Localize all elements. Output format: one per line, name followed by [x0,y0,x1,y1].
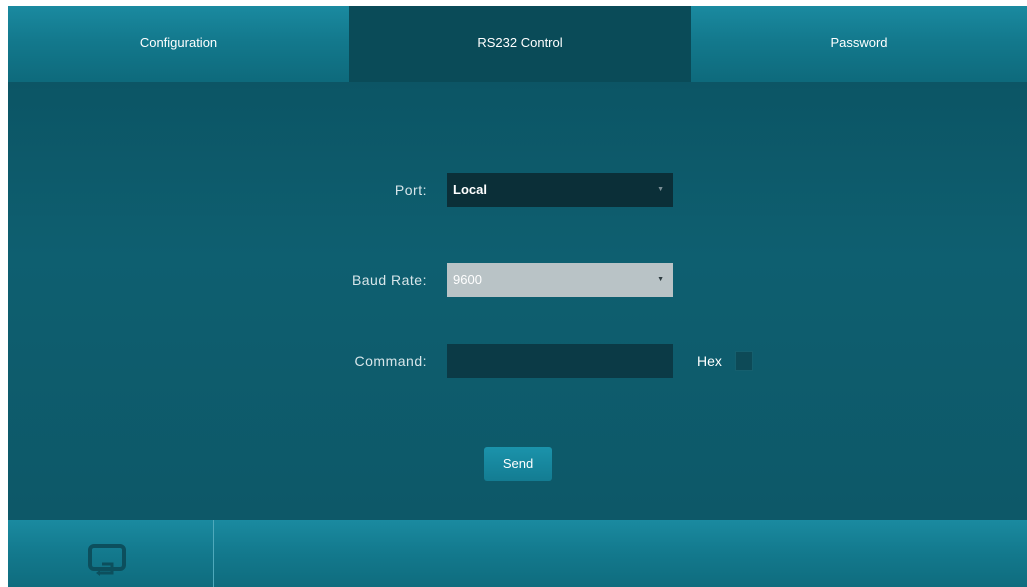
port-row: Port: Local ▼ [8,173,1027,207]
tab-password[interactable]: Password [691,6,1027,82]
app-window: Configuration RS232 Control Password Por… [8,6,1027,587]
chevron-down-icon: ▼ [657,276,664,283]
command-row: Command: Hex [8,344,1027,378]
port-value: Local [453,182,487,197]
command-input[interactable] [447,344,673,378]
port-select[interactable]: Local ▼ [447,173,673,207]
tab-bar: Configuration RS232 Control Password [8,6,1027,82]
baud-rate-select[interactable]: 9600 ▼ [447,263,673,297]
footer-bar [8,520,1027,587]
baud-rate-value: 9600 [453,272,482,287]
footer-divider [213,520,214,587]
baud-rate-row: Baud Rate: 9600 ▼ [8,263,1027,297]
tab-password-label: Password [830,34,888,50]
port-label: Port: [394,182,427,198]
tab-rs232-control-label: RS232 Control [477,34,563,50]
baud-rate-label: Baud Rate: [351,272,427,288]
tab-configuration[interactable]: Configuration [8,6,349,82]
tab-configuration-label: Configuration [139,34,218,50]
command-label: Command: [354,353,427,369]
tab-rs232-control[interactable]: RS232 Control [349,6,691,82]
chevron-down-icon: ▼ [657,186,664,193]
rs232-panel: Port: Local ▼ Baud Rate: 9600 ▼ Command:… [8,82,1027,520]
send-button[interactable]: Send [484,447,552,481]
hex-label: Hex [697,353,722,369]
return-icon[interactable] [88,544,128,580]
hex-checkbox[interactable] [735,351,753,371]
